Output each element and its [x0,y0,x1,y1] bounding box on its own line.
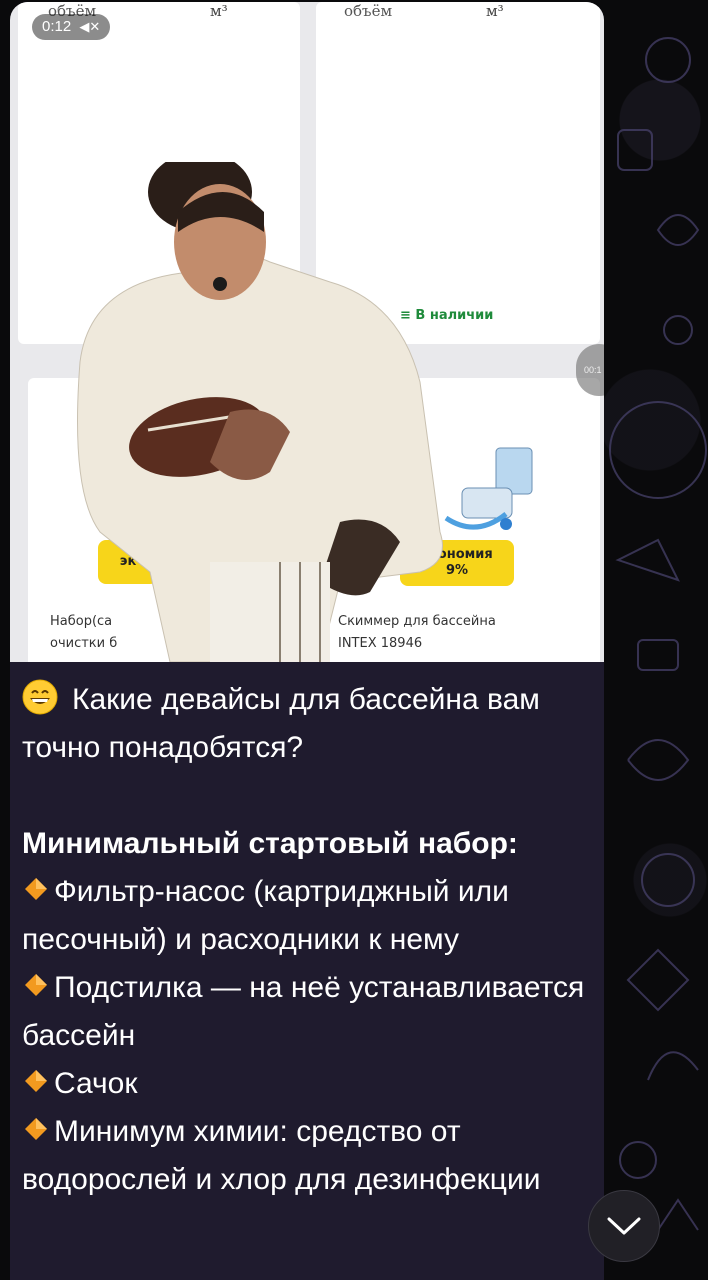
list-item-text: Фильтр-насос (картриджный или песочный) … [22,875,509,956]
list-item-text: Минимум химии: средство от водорослей и … [22,1115,541,1196]
seek-time: 00:1 [584,365,602,375]
video-player[interactable]: объём м³ объём м³ ≡ В наличии эк Набор(с… [10,2,604,662]
chevron-down-icon [607,1217,641,1235]
volume-unit: м³ [486,2,504,20]
orange-diamond-icon [25,974,47,996]
muted-speaker-icon[interactable]: ◀✕ [79,19,100,34]
orange-diamond-icon [25,1070,47,1092]
list-item: Подстилка — на неё устанавливается бассе… [22,964,592,1060]
video-timer: 0:12 ◀✕ [32,14,111,40]
volume-label: объём [344,2,393,20]
intro-text: Какие девайсы для бассейна вам точно пон… [22,683,540,764]
list-item: Минимум химии: средство от водорослей и … [22,1108,592,1204]
list-heading: Минимальный стартовый набор: [22,827,518,860]
list-item: Сачок [22,1060,592,1108]
volume-unit: м³ [210,2,228,20]
message-text: Какие девайсы для бассейна вам точно пон… [22,676,592,1204]
scroll-down-button[interactable] [588,1190,660,1262]
intro-line: Какие девайсы для бассейна вам точно пон… [22,676,592,772]
doodle-pattern [609,37,707,1231]
list-item-text: Сачок [54,1067,138,1100]
grinning-face-emoji [22,679,58,715]
list-item-text: Подстилка — на неё устанавливается бассе… [22,971,585,1052]
list-item: Фильтр-насос (картриджный или песочный) … [22,868,592,964]
orange-diamond-icon [25,878,47,900]
orange-diamond-icon [25,1118,47,1140]
person-with-football-figure [77,162,443,662]
timer-text: 0:12 [42,18,72,35]
